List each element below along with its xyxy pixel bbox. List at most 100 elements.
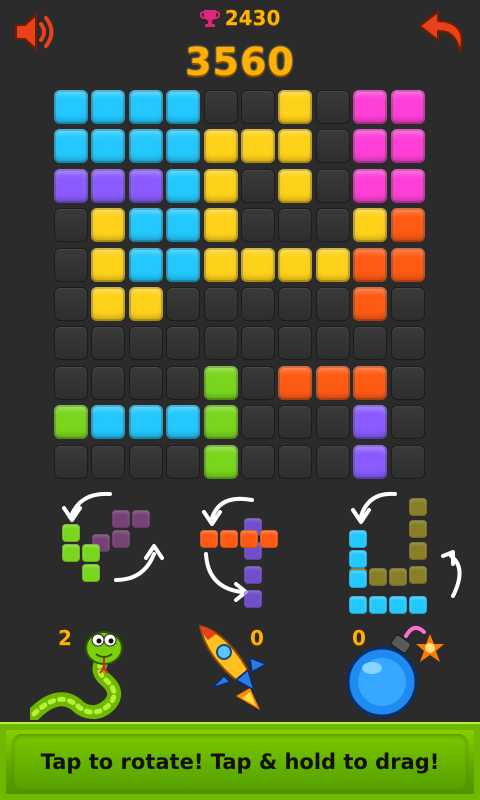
- best-score-value: 2430: [224, 6, 281, 30]
- board-cell-empty: [315, 405, 350, 440]
- board-cell-purple: [353, 444, 388, 479]
- board-cell-yellow: [203, 129, 238, 164]
- board-cell-yellow: [278, 90, 313, 124]
- piece-ghost-block: [132, 510, 150, 528]
- game-board[interactable]: [54, 90, 428, 484]
- board-cell-empty: [166, 365, 201, 400]
- board-cell-yellow: [241, 247, 275, 282]
- board-cell-cyan: [128, 405, 163, 440]
- piece-ghost-block: [369, 568, 387, 586]
- bomb-icon: [346, 625, 444, 718]
- piece-block: [82, 564, 100, 582]
- board-cell-empty: [128, 365, 163, 400]
- board-cell-green: [203, 444, 238, 479]
- top-bar: 2430 3560: [0, 0, 480, 90]
- board-cell-empty: [241, 90, 275, 124]
- rotate-arrow-icon: [62, 491, 164, 582]
- board-cell-cyan: [91, 129, 126, 164]
- board-cell-empty: [128, 444, 163, 479]
- board-cell-purple: [91, 168, 126, 203]
- board-cell-empty: [353, 326, 388, 361]
- snake-powerup[interactable]: 2: [30, 618, 140, 720]
- trophy-icon: [199, 10, 220, 27]
- board-cell-yellow: [203, 247, 238, 282]
- board-cell-orange: [315, 365, 350, 400]
- current-score: 3560: [185, 40, 295, 84]
- piece-ghost-block: [389, 568, 407, 586]
- board-cell-cyan: [166, 208, 201, 243]
- board-cell-empty: [54, 444, 88, 479]
- bomb-powerup[interactable]: 0: [340, 618, 460, 720]
- best-score: 2430: [0, 6, 480, 30]
- back-arrow-icon: [419, 11, 463, 53]
- board-cell-yellow: [91, 208, 126, 243]
- board-cell-orange: [353, 247, 388, 282]
- board-cell-yellow: [315, 247, 350, 282]
- board-cell-magenta: [390, 168, 425, 203]
- piece-ghost-block: [409, 542, 427, 560]
- board-cell-empty: [278, 444, 313, 479]
- board-cell-empty: [315, 168, 350, 203]
- board-cell-empty: [241, 326, 275, 361]
- piece-block: [389, 596, 407, 614]
- board-cell-cyan: [91, 405, 126, 440]
- rocket-powerup[interactable]: 0: [190, 618, 290, 720]
- board-cell-empty: [315, 208, 350, 243]
- piece-ghost-block: [244, 566, 262, 584]
- board-cell-empty: [128, 326, 163, 361]
- board-cell-green: [203, 405, 238, 440]
- board-cell-empty: [315, 90, 350, 124]
- piece-block: [349, 550, 367, 568]
- board-cell-empty: [91, 326, 126, 361]
- piece-slot-1[interactable]: [40, 488, 170, 618]
- board-cell-empty: [91, 444, 126, 479]
- piece-block: [260, 530, 278, 548]
- board-cell-purple: [54, 168, 88, 203]
- piece-ghost-block: [244, 590, 262, 608]
- board-cell-orange: [390, 247, 425, 282]
- board-cell-empty: [54, 326, 88, 361]
- board-cell-cyan: [54, 90, 88, 124]
- board-cell-green: [203, 365, 238, 400]
- piece-block: [369, 596, 387, 614]
- piece-ghost-block: [409, 498, 427, 516]
- piece-block: [240, 530, 258, 548]
- piece-block: [220, 530, 238, 548]
- board-cell-empty: [315, 444, 350, 479]
- piece-block: [409, 596, 427, 614]
- board-cell-cyan: [166, 90, 201, 124]
- board-cell-empty: [241, 287, 275, 321]
- board-cell-cyan: [54, 129, 88, 164]
- board-cell-empty: [315, 326, 350, 361]
- piece-block: [349, 530, 367, 548]
- board-cell-cyan: [166, 405, 201, 440]
- board-cell-empty: [278, 287, 313, 321]
- board-cell-yellow: [91, 287, 126, 321]
- board-cell-magenta: [353, 90, 388, 124]
- rocket-icon: [198, 624, 268, 710]
- board-cell-orange: [353, 365, 388, 400]
- board-cell-empty: [315, 129, 350, 164]
- piece-slot-2[interactable]: [190, 488, 300, 618]
- board-cell-empty: [91, 365, 126, 400]
- board-cell-yellow: [278, 168, 313, 203]
- board-cell-yellow: [203, 168, 238, 203]
- board-cell-purple: [353, 405, 388, 440]
- board-cell-orange: [278, 365, 313, 400]
- board-cell-yellow: [203, 208, 238, 243]
- piece-slot-3[interactable]: [335, 488, 465, 618]
- piece-tray: [0, 488, 480, 618]
- board-cell-empty: [203, 326, 238, 361]
- piece-block: [349, 570, 367, 588]
- board-cell-orange: [390, 208, 425, 243]
- board-cell-green: [54, 405, 88, 440]
- board-cell-magenta: [390, 129, 425, 164]
- board-cell-yellow: [91, 247, 126, 282]
- piece-ghost-block: [112, 510, 130, 528]
- back-button[interactable]: [416, 8, 470, 58]
- piece-ghost-block: [409, 520, 427, 538]
- board-cell-cyan: [128, 247, 163, 282]
- board-cell-empty: [241, 365, 275, 400]
- board-cell-empty: [390, 444, 425, 479]
- board-cell-magenta: [353, 168, 388, 203]
